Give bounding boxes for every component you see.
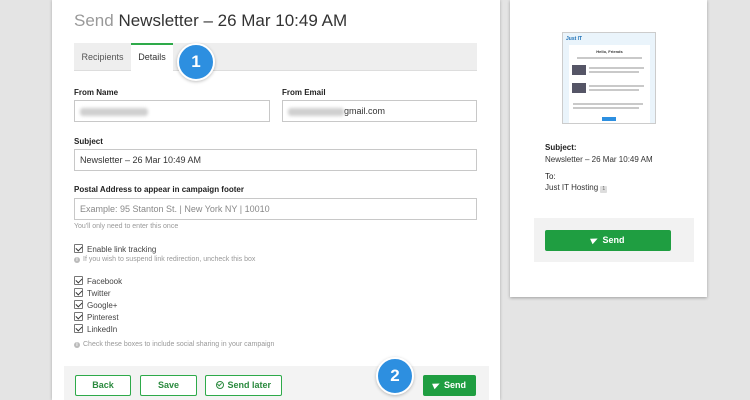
preview-to-name: Just IT Hosting xyxy=(545,183,599,192)
postal-address-field[interactable]: Example: 95 Stanton St. | New York NY | … xyxy=(74,198,477,220)
from-email-suffix: gmail.com xyxy=(344,106,386,116)
thumbnail-text-line xyxy=(589,85,644,87)
link-tracking-row[interactable]: Enable link tracking xyxy=(74,244,156,255)
tab-bar: Recipients Details xyxy=(74,43,477,72)
preview-send-label: Send xyxy=(602,235,625,245)
from-name-label: From Name xyxy=(74,88,119,97)
campaign-form-panel: Send Newsletter – 26 Mar 10:49 AM Recipi… xyxy=(52,0,500,400)
social-googleplus-row[interactable]: Google+ xyxy=(74,300,117,311)
paper-plane-icon xyxy=(432,380,441,390)
back-button[interactable]: Back xyxy=(75,375,131,396)
preview-to-label: To: xyxy=(545,172,556,181)
preview-to-value: Just IT Hosting 1 xyxy=(545,183,608,193)
social-facebook-row[interactable]: Facebook xyxy=(74,276,122,287)
thumbnail-text-line xyxy=(589,67,644,69)
send-later-button[interactable]: Send later xyxy=(205,375,282,396)
info-icon: i xyxy=(74,257,80,263)
thumbnail-body: Hello, Friends xyxy=(569,45,650,123)
link-tracking-checkbox[interactable] xyxy=(74,244,83,253)
social-hint: i Check these boxes to include social sha… xyxy=(74,341,274,348)
page-title-prefix: Send xyxy=(74,11,114,30)
thumbnail-cta xyxy=(602,117,616,121)
send-button-label: Send xyxy=(443,380,466,390)
thumbnail-greeting: Hello, Friends xyxy=(596,49,623,54)
tab-recipients[interactable]: Recipients xyxy=(74,43,131,71)
thumbnail-logo: Just IT xyxy=(566,36,583,42)
from-name-field[interactable] xyxy=(74,100,270,122)
preview-subject-label: Subject: xyxy=(545,143,577,152)
from-email-field[interactable]: gmail.com xyxy=(282,100,477,122)
thumbnail-text-line xyxy=(577,57,642,59)
googleplus-checkbox[interactable] xyxy=(74,300,83,309)
postal-address-label: Postal Address to appear in campaign foo… xyxy=(74,185,244,194)
send-later-label: Send later xyxy=(227,380,272,390)
pinterest-label: Pinterest xyxy=(87,313,119,322)
thumbnail-image xyxy=(572,65,586,75)
thumbnail-text-line xyxy=(573,107,639,109)
info-icon: i xyxy=(74,342,80,348)
preview-send-area: Send xyxy=(534,218,694,262)
save-button[interactable]: Save xyxy=(140,375,197,396)
subject-field[interactable]: Newsletter – 26 Mar 10:49 AM xyxy=(74,149,477,171)
tab-details[interactable]: Details xyxy=(131,43,173,72)
link-tracking-hint: i If you wish to suspend link redirection… xyxy=(74,256,255,263)
social-twitter-row[interactable]: Twitter xyxy=(74,288,111,299)
link-tracking-hint-text: If you wish to suspend link redirection,… xyxy=(83,256,256,263)
twitter-checkbox[interactable] xyxy=(74,288,83,297)
facebook-label: Facebook xyxy=(87,277,123,286)
thumbnail-text-line xyxy=(589,89,639,91)
subject-label: Subject xyxy=(74,137,103,146)
thumbnail-text-line xyxy=(573,103,643,105)
linkedin-checkbox[interactable] xyxy=(74,324,83,333)
preview-subject-value: Newsletter – 26 Mar 10:49 AM xyxy=(545,155,653,164)
newsletter-thumbnail[interactable]: Just IT Hello, Friends xyxy=(562,32,656,124)
thumbnail-text-line xyxy=(589,71,639,73)
social-hint-text: Check these boxes to include social shar… xyxy=(83,341,275,348)
from-email-label: From Email xyxy=(282,88,326,97)
page-title-main: Newsletter – 26 Mar 10:49 AM xyxy=(118,11,348,30)
facebook-checkbox[interactable] xyxy=(74,276,83,285)
clock-check-icon xyxy=(215,381,224,389)
form-footer: Back Save Send later Send xyxy=(64,366,489,400)
step-badge-2: 2 xyxy=(376,357,414,395)
postal-address-hint: You'll only need to enter this once xyxy=(74,223,179,230)
postal-address-placeholder: Example: 95 Stanton St. | New York NY | … xyxy=(80,204,270,214)
from-email-redacted xyxy=(288,107,344,116)
thumbnail-image xyxy=(572,83,586,93)
step-badge-1: 1 xyxy=(177,43,215,81)
social-linkedin-row[interactable]: LinkedIn xyxy=(74,324,117,335)
googleplus-label: Google+ xyxy=(87,301,118,310)
social-pinterest-row[interactable]: Pinterest xyxy=(74,312,119,323)
preview-panel: Just IT Hello, Friends Subject: Newslett… xyxy=(510,0,707,297)
page-title: Send Newsletter – 26 Mar 10:49 AM xyxy=(74,11,347,31)
paper-plane-icon xyxy=(590,235,600,245)
link-tracking-label: Enable link tracking xyxy=(87,245,157,254)
linkedin-label: LinkedIn xyxy=(87,325,118,334)
send-button[interactable]: Send xyxy=(423,375,476,396)
twitter-label: Twitter xyxy=(87,289,111,298)
preview-send-button[interactable]: Send xyxy=(545,230,671,251)
from-name-redacted xyxy=(80,107,148,116)
pinterest-checkbox[interactable] xyxy=(74,312,83,321)
recipient-count-badge: 1 xyxy=(600,186,608,193)
